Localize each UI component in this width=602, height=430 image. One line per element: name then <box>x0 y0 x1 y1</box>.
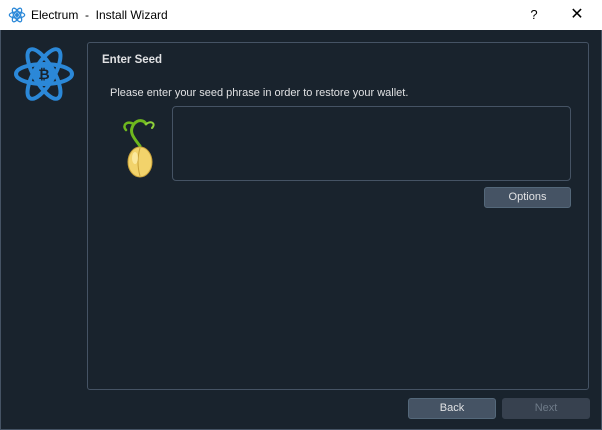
page-title: Enter Seed <box>102 54 163 66</box>
electrum-logo-icon: ₿ <box>14 47 74 101</box>
help-button[interactable]: ? <box>522 0 546 30</box>
title-bar: Electrum - Install Wizard ? ✕ <box>0 0 602 30</box>
next-button[interactable]: Next <box>502 398 590 419</box>
seed-sprout-icon <box>123 119 155 178</box>
electrum-app-icon <box>8 7 26 23</box>
close-button[interactable]: ✕ <box>565 0 589 30</box>
options-button[interactable]: Options <box>484 187 571 208</box>
svg-text:₿: ₿ <box>38 67 49 83</box>
content-panel: Enter Seed Please enter your seed phrase… <box>87 42 589 390</box>
window-title: Electrum - Install Wizard <box>31 8 168 22</box>
instruction-text: Please enter your seed phrase in order t… <box>110 87 409 99</box>
seed-input[interactable] <box>172 106 571 181</box>
back-button[interactable]: Back <box>408 398 496 419</box>
